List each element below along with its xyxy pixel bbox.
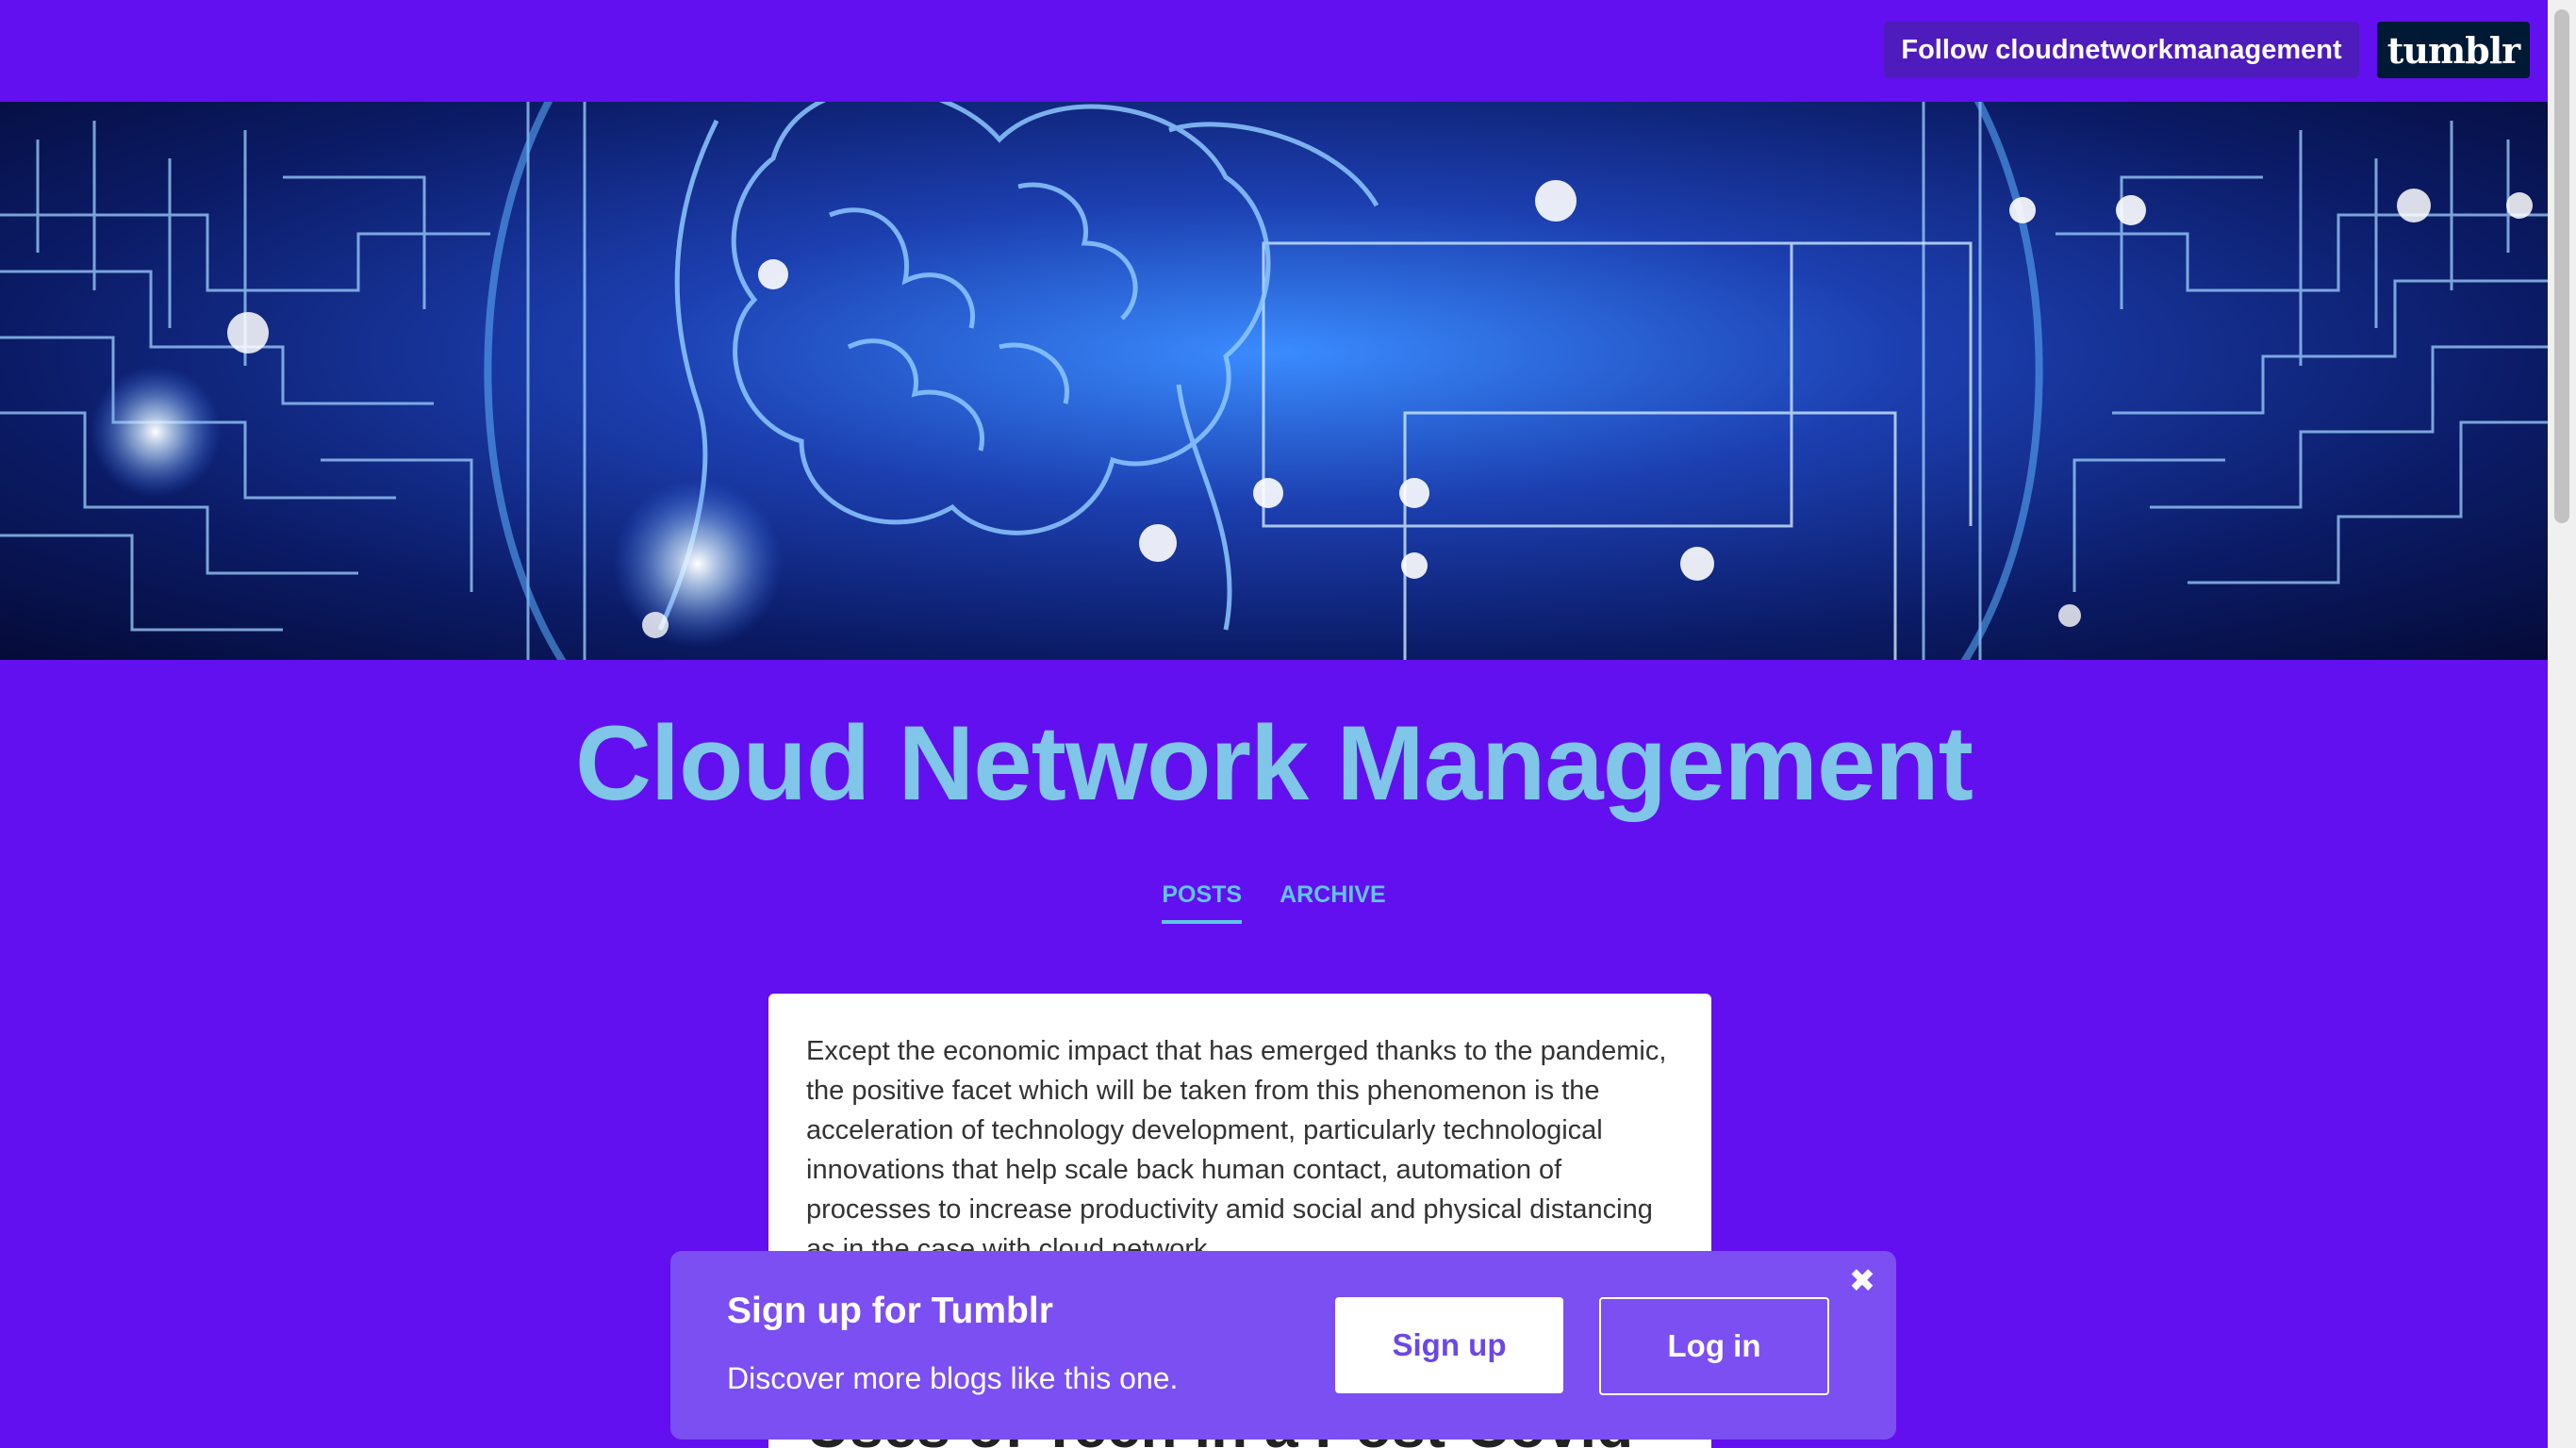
signup-subtitle: Discover more blogs like this one. [727,1361,1179,1395]
signup-button[interactable]: Sign up [1335,1297,1563,1393]
tumblr-logo[interactable]: tumblr [2377,22,2530,78]
signup-banner: Sign up for Tumblr Discover more blogs l… [670,1251,1896,1440]
signup-title: Sign up for Tumblr [727,1291,1053,1331]
close-icon[interactable]: ✖ [1845,1264,1879,1298]
login-button[interactable]: Log in [1599,1297,1829,1395]
header-image [0,102,2548,660]
blog-nav: POSTS ARCHIVE [0,881,2548,924]
follow-button[interactable]: Follow cloudnetworkmanagement [1884,22,2359,78]
post-body: Except the economic impact that has emer… [806,1036,1667,1264]
top-bar: Follow cloudnetworkmanagement tumblr [0,0,2548,102]
circuit-brain-illustration [0,102,2548,660]
blog-title[interactable]: Cloud Network Management [0,702,2548,824]
tab-archive[interactable]: ARCHIVE [1280,881,1386,924]
scrollbar-thumb[interactable] [2554,9,2569,523]
tab-posts[interactable]: POSTS [1162,881,1243,924]
